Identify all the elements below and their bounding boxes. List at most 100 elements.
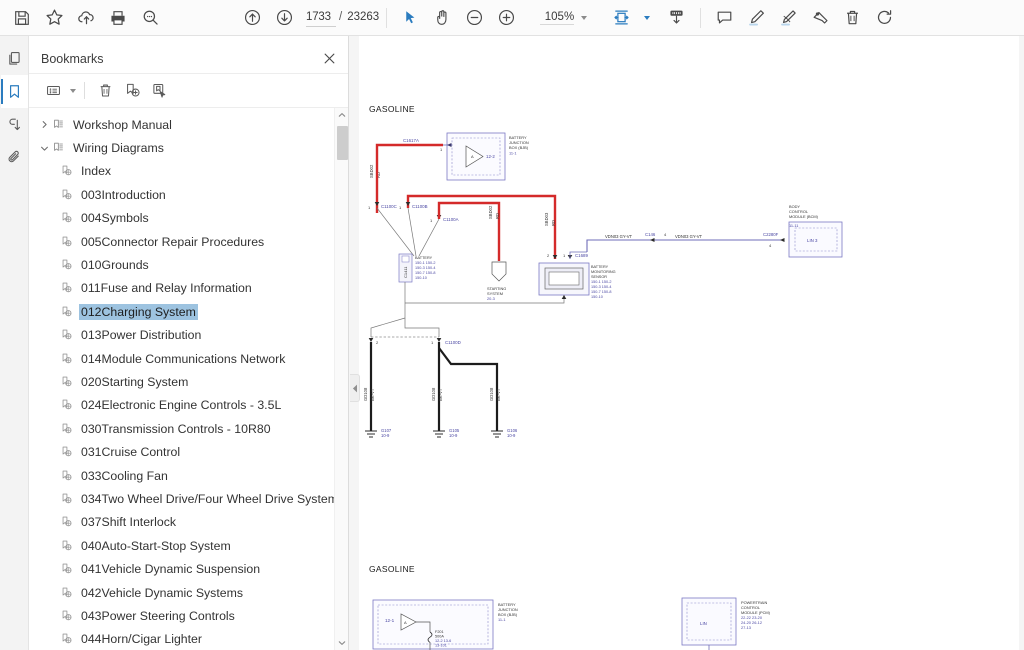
svg-text:LIN 3: LIN 3 <box>807 238 818 243</box>
next-page-button[interactable] <box>268 3 300 33</box>
svg-text:F201: F201 <box>435 630 444 634</box>
svg-text:VDN03 GY-VT: VDN03 GY-VT <box>605 234 633 239</box>
download-button[interactable] <box>660 3 692 33</box>
zoom-level-value[interactable]: 105% <box>540 11 574 25</box>
svg-text:11-11: 11-11 <box>789 223 798 228</box>
bookmark-button[interactable] <box>38 3 70 33</box>
panel-collapse-handle[interactable] <box>350 374 360 402</box>
document-viewer[interactable]: GASOLINE A 12-2 BATTERY JUNCTION BOX (BJ… <box>349 36 1024 650</box>
bookmark-item-040auto-start-stop-system[interactable]: 040Auto-Start-Stop System <box>29 534 348 557</box>
bookmark-item-041vehicle-dynamic-suspension[interactable]: 041Vehicle Dynamic Suspension <box>29 557 348 580</box>
bookmarks-panel: Bookmarks <box>29 36 349 650</box>
bookmark-item-label: 042Vehicle Dynamic Systems <box>79 585 245 601</box>
stamp-button[interactable] <box>804 3 836 33</box>
svg-text:VDN03 GY-VT: VDN03 GY-VT <box>675 234 703 239</box>
rail-bookmarks[interactable] <box>1 75 28 108</box>
cloud-upload-button[interactable] <box>70 3 102 33</box>
svg-text:SBD02: SBD02 <box>488 205 493 219</box>
scroll-up-icon[interactable] <box>335 108 348 122</box>
bookmark-item-label: 020Starting System <box>79 374 190 390</box>
svg-text:1: 1 <box>368 205 371 210</box>
fit-options-chevron-down-icon[interactable] <box>644 16 650 20</box>
bookmark-item-013power-distribution[interactable]: 013Power Distribution <box>29 324 348 347</box>
page-number-input[interactable] <box>306 9 336 27</box>
bookmark-item-004symbols[interactable]: 004Symbols <box>29 207 348 230</box>
zoom-select[interactable]: 105% <box>540 11 587 25</box>
bookmark-item-workshop-manual[interactable]: Workshop Manual <box>29 113 348 136</box>
zoom-in-button[interactable] <box>490 3 522 33</box>
pan-tool[interactable] <box>426 3 458 33</box>
rail-attachments[interactable] <box>1 141 28 174</box>
bookmark-item-label: 011Fuse and Relay Information <box>79 280 254 296</box>
delete-bookmark-button[interactable] <box>93 79 118 103</box>
bookmark-item-014module-communications-network[interactable]: 014Module Communications Network <box>29 347 348 370</box>
scroll-down-icon[interactable] <box>335 636 348 650</box>
bookmark-item-020starting-system[interactable]: 020Starting System <box>29 370 348 393</box>
chevron-down-icon[interactable] <box>37 136 52 159</box>
goto-bookmark-button[interactable] <box>147 79 172 103</box>
bookmark-folder-icon <box>52 142 71 154</box>
bookmark-item-043power-steering-controls[interactable]: 043Power Steering Controls <box>29 604 348 627</box>
previous-page-button[interactable] <box>236 3 268 33</box>
close-icon[interactable] <box>320 50 338 68</box>
bookmarks-toolbar <box>29 74 348 108</box>
bookmark-item-label: Index <box>79 163 113 179</box>
bookmark-item-012charging-system[interactable]: 012Charging System <box>29 300 348 323</box>
svg-text:150-1 150-2: 150-1 150-2 <box>591 280 611 284</box>
bookmark-item-044horn-cigar-lighter[interactable]: 044Horn/Cigar Lighter <box>29 628 348 650</box>
fit-width-button[interactable] <box>605 3 637 33</box>
chevron-right-icon[interactable] <box>37 113 52 136</box>
page-separator: / <box>339 11 342 23</box>
fit-width-group <box>605 3 650 33</box>
bookmark-item-033cooling-fan[interactable]: 033Cooling Fan <box>29 464 348 487</box>
bookmark-options-chevron-down-icon[interactable] <box>70 89 76 93</box>
bookmark-item-010grounds[interactable]: 010Grounds <box>29 253 348 276</box>
delete-button[interactable] <box>836 3 868 33</box>
bookmark-item-label: 024Electronic Engine Controls - 3.5L <box>79 397 283 413</box>
bookmark-options-button[interactable] <box>41 79 66 103</box>
rotate-button[interactable] <box>868 3 900 33</box>
bookmark-item-label: 010Grounds <box>79 257 151 273</box>
bookmark-page-icon <box>61 493 79 505</box>
bookmarks-tree[interactable]: Workshop ManualWiring Diagrams Index 003In… <box>29 108 348 650</box>
select-tool[interactable] <box>394 3 426 33</box>
bookmark-item-024electronic-engine-controls-3-5l[interactable]: 024Electronic Engine Controls - 3.5L <box>29 394 348 417</box>
comment-button[interactable] <box>708 3 740 33</box>
svg-text:SBD03: SBD03 <box>544 212 549 226</box>
bookmark-item-label: 013Power Distribution <box>79 327 203 343</box>
bookmark-item-index[interactable]: Index <box>29 160 348 183</box>
bookmark-item-037shift-interlock[interactable]: 037Shift Interlock <box>29 511 348 534</box>
highlight-button[interactable] <box>740 3 772 33</box>
save-button[interactable] <box>6 3 38 33</box>
bookmark-item-label: 040Auto-Start-Stop System <box>79 538 233 554</box>
pen-button[interactable] <box>772 3 804 33</box>
add-bookmark-button[interactable] <box>120 79 145 103</box>
svg-text:1: 1 <box>431 340 434 345</box>
bookmark-item-005connector-repair-procedures[interactable]: 005Connector Repair Procedures <box>29 230 348 253</box>
bookmark-item-034two-wheel-drive-four-wheel-drive-systems[interactable]: 034Two Wheel Drive/Four Wheel Drive Syst… <box>29 487 348 510</box>
search-button[interactable] <box>134 3 166 33</box>
rail-pages[interactable] <box>1 42 28 75</box>
bookmark-item-031cruise-control[interactable]: 031Cruise Control <box>29 440 348 463</box>
svg-text:RD: RD <box>551 220 556 226</box>
scrollbar-thumb[interactable] <box>337 126 348 160</box>
bookmark-item-042vehicle-dynamic-systems[interactable]: 042Vehicle Dynamic Systems <box>29 581 348 604</box>
bookmark-item-030transmission-controls-10r80[interactable]: 030Transmission Controls - 10R80 <box>29 417 348 440</box>
bookmark-item-wiring-diagrams[interactable]: Wiring Diagrams <box>29 136 348 159</box>
bookmark-item-label: 033Cooling Fan <box>79 468 170 484</box>
bookmark-item-011fuse-and-relay-information[interactable]: 011Fuse and Relay Information <box>29 277 348 300</box>
annotation-tools-group <box>708 3 900 33</box>
svg-text:150-10: 150-10 <box>415 276 427 280</box>
bookmark-item-003introduction[interactable]: 003Introduction <box>29 183 348 206</box>
side-rail <box>0 36 29 650</box>
svg-text:150-7 150-8: 150-7 150-8 <box>591 290 611 294</box>
svg-text:C1411: C1411 <box>403 266 408 278</box>
print-button[interactable] <box>102 3 134 33</box>
svg-text:12-2: 12-2 <box>486 154 495 159</box>
svg-text:BK-VT: BK-VT <box>370 388 375 401</box>
bookmark-item-label: 034Two Wheel Drive/Four Wheel Drive Syst… <box>79 491 346 507</box>
rail-signature[interactable] <box>1 108 28 141</box>
bookmarks-scrollbar[interactable] <box>334 108 348 650</box>
chevron-down-icon[interactable] <box>581 16 587 20</box>
zoom-out-button[interactable] <box>458 3 490 33</box>
